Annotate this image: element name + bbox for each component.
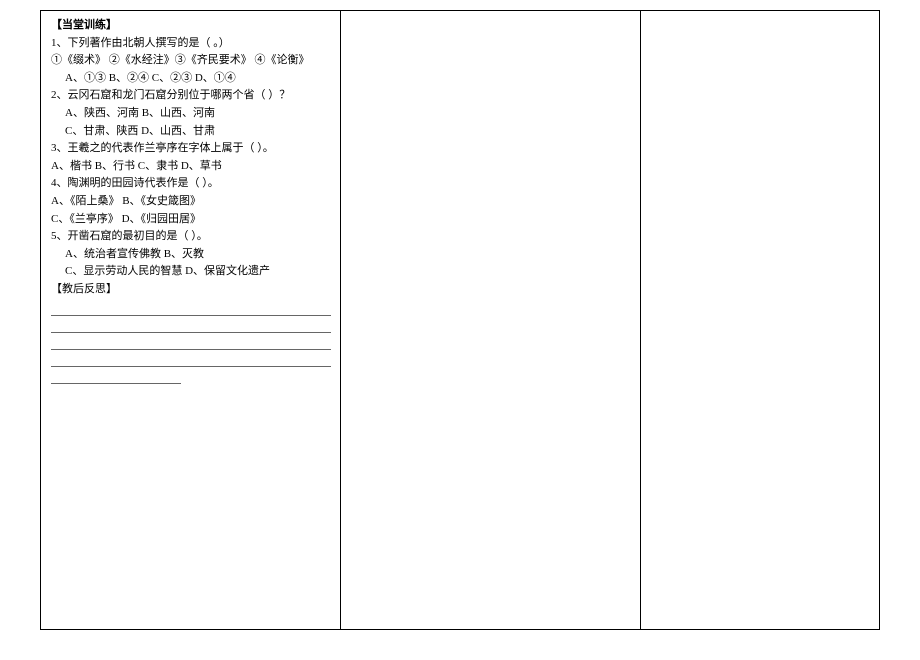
q2-stem: 2、云冈石窟和龙门石窟分别位于哪两个省（ ）？ [51,87,330,105]
q3-stem: 3、王羲之的代表作兰亭序在字体上属于（ ）。 [51,140,330,158]
blank-line-4 [51,353,331,367]
reflection-title: 【教后反思】 [51,281,330,299]
q2-line1: A、陕西、河南 B、山西、河南 [51,105,330,123]
q1-options: ①《缀术》 ②《水经注》③《齐民要术》 ④《论衡》 [51,52,330,70]
training-title: 【当堂训练】 [51,17,330,35]
blank-line-3 [51,336,331,350]
q5-line1: A、统治者宣传佛教 B、灭教 [51,246,330,264]
q5-stem: 5、开凿石窟的最初目的是（ ）。 [51,228,330,246]
q4-stem: 4、陶渊明的田园诗代表作是（ ）。 [51,175,330,193]
q5-line2: C、显示劳动人民的智慧 D、保留文化遗产 [51,263,330,281]
blank-line-5 [51,370,181,384]
q4-line1: A、《陌上桑》 B、《女史箴图》 [51,193,330,211]
worksheet-container: 【当堂训练】 1、下列著作由北朝人撰写的是（ 。） ①《缀术》 ②《水经注》③《… [40,10,880,630]
q1-choices: A、①③ B、②④ C、②③ D、①④ [51,70,330,88]
blank-line-2 [51,319,331,333]
q1-stem: 1、下列著作由北朝人撰写的是（ 。） [51,35,330,53]
column-3 [641,11,879,629]
q3-line1: A、楷书 B、行书 C、隶书 D、草书 [51,158,330,176]
q2-line2: C、甘肃、陕西 D、山西、甘肃 [51,123,330,141]
column-1: 【当堂训练】 1、下列著作由北朝人撰写的是（ 。） ①《缀术》 ②《水经注》③《… [41,11,341,629]
blank-line-1 [51,302,331,316]
q4-line2: C、《兰亭序》 D、《归园田居》 [51,211,330,229]
column-2 [341,11,641,629]
